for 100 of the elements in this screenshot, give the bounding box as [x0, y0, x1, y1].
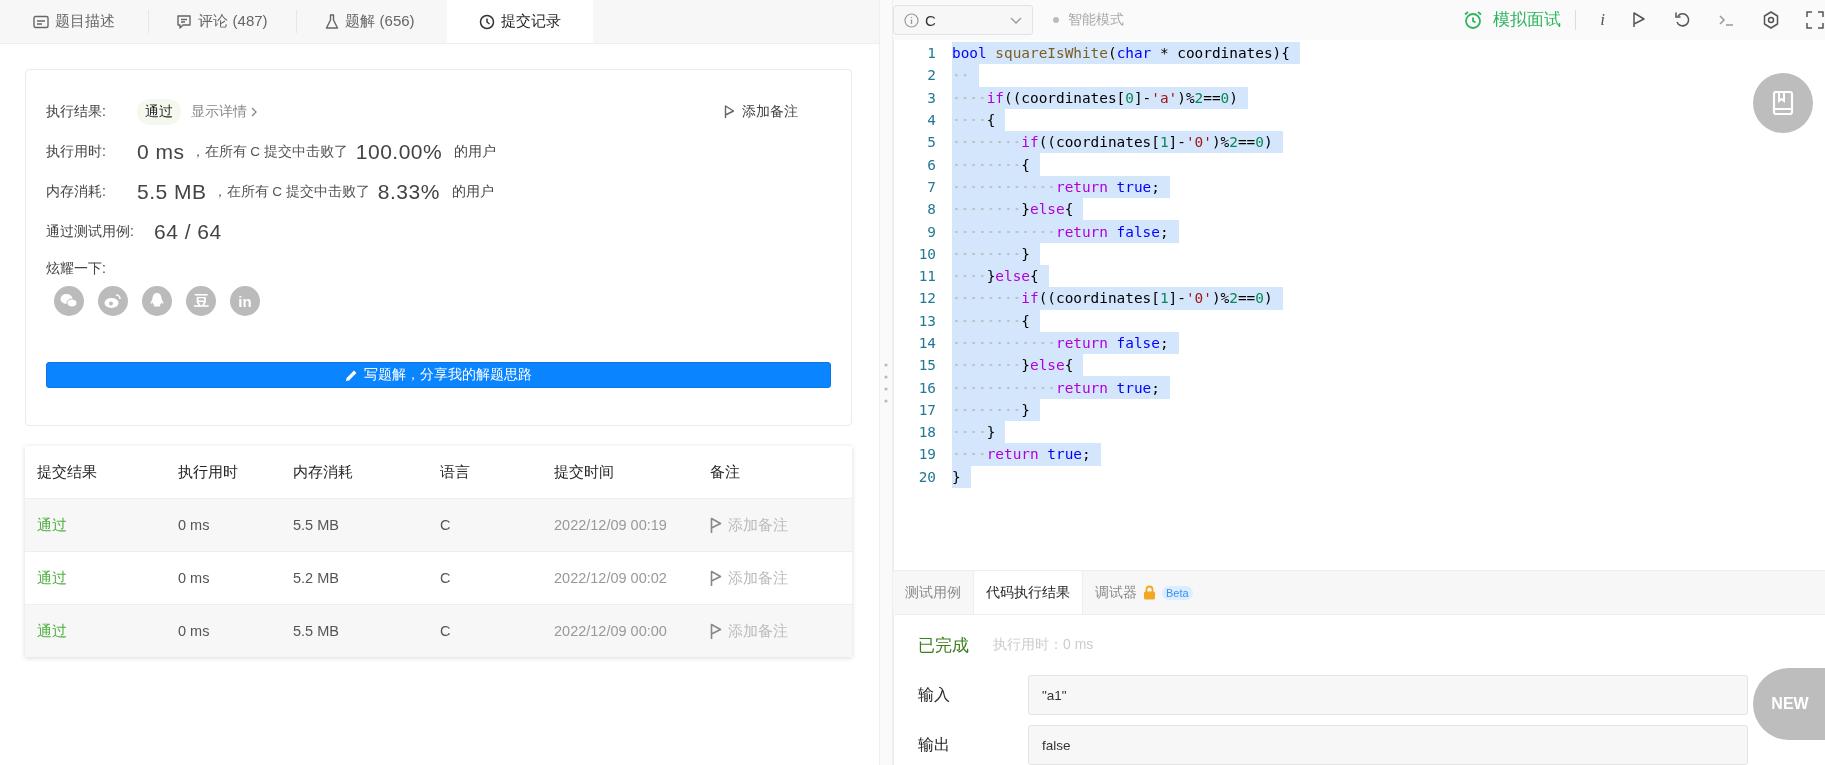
table-cell: 2022/12/09 00:00 — [554, 623, 667, 639]
weibo-icon[interactable] — [98, 286, 128, 316]
line-number: 8 — [926, 201, 936, 218]
tab[interactable]: 代码执行结果 — [973, 571, 1083, 614]
field-label: 执行结果: — [46, 103, 107, 121]
info-icon — [904, 12, 919, 28]
flask-icon — [325, 13, 340, 30]
column-header: 提交结果 — [36, 461, 98, 482]
line-number: 18 — [917, 424, 936, 441]
add-note-button[interactable]: 添加备注 — [718, 102, 804, 122]
table-cell: 0 ms — [178, 570, 210, 586]
share-label: 炫耀一下: — [46, 260, 106, 276]
penguin-icon[interactable] — [142, 286, 172, 316]
line-number: 2 — [926, 67, 936, 84]
line-number: 5 — [926, 134, 936, 151]
line-number: 9 — [926, 223, 936, 240]
stat-text: ，在所有 C 提交中击败了 — [190, 143, 348, 161]
fullscreen-button[interactable] — [1805, 10, 1825, 30]
line-number: 7 — [926, 178, 936, 195]
stat-value: 5.5 MB — [137, 180, 207, 204]
line-number: 10 — [917, 245, 936, 262]
chevron-down-icon — [1010, 16, 1022, 24]
tab[interactable]: 题解 (656) — [296, 0, 444, 43]
status-dot — [1053, 17, 1059, 23]
output-field: "a1" — [1028, 675, 1748, 715]
field-label: 输入 — [918, 684, 951, 705]
line-number: 20 — [917, 468, 936, 485]
mock-interview-button[interactable]: 模拟面试 — [1463, 10, 1577, 30]
write-solution-button[interactable]: 写题解，分享我的解题思路 — [46, 362, 831, 388]
field-label: 执行用时: — [46, 143, 107, 161]
line-number: 16 — [917, 379, 936, 396]
table-cell: C — [440, 570, 451, 586]
table-cell: 5.5 MB — [293, 517, 339, 533]
pencil-icon — [345, 368, 358, 382]
table-cell: C — [440, 623, 451, 639]
info-button[interactable]: i — [1600, 10, 1605, 30]
line-number: 1 — [926, 45, 936, 62]
status-link[interactable]: 通过 — [37, 515, 67, 535]
column-header: 提交时间 — [554, 461, 615, 482]
column-header: 语言 — [440, 461, 471, 482]
chevron-icon — [251, 107, 257, 117]
table-cell: 0 ms — [178, 517, 210, 533]
table-cell: 5.2 MB — [293, 570, 339, 586]
output-field: false — [1028, 725, 1748, 765]
linkedin-icon[interactable]: in — [230, 286, 260, 316]
column-header: 备注 — [710, 461, 741, 482]
flag-icon — [724, 105, 735, 119]
line-number: 3 — [926, 89, 936, 106]
column-header: 内存消耗 — [293, 461, 354, 482]
line-number: 12 — [917, 290, 936, 307]
line-number: 4 — [926, 112, 936, 129]
flag-icon — [710, 569, 722, 587]
percent-value: 8.33% — [377, 180, 440, 204]
douban-icon[interactable]: 豆 — [186, 286, 216, 316]
status-link[interactable]: 通过 — [37, 568, 67, 588]
tab[interactable]: 调试器 Beta — [1083, 571, 1205, 614]
table-cell: C — [440, 517, 451, 533]
settings-button[interactable] — [1761, 10, 1781, 30]
add-note-button[interactable]: 添加备注 — [710, 568, 788, 588]
tab[interactable]: 测试用例 — [893, 571, 973, 614]
mode-label: 智能模式 — [1068, 11, 1124, 29]
percent-value: 100.00% — [355, 140, 443, 164]
beta-badge: Beta — [1162, 585, 1193, 600]
flag-icon — [710, 516, 722, 534]
line-number: 19 — [917, 446, 936, 463]
comment-icon — [176, 13, 193, 30]
column-header: 执行用时 — [178, 461, 239, 482]
line-number: 15 — [917, 357, 936, 374]
test-count: 64 / 64 — [154, 220, 222, 244]
tab[interactable]: 题目描述 — [0, 0, 148, 43]
field-label: 通过测试用例: — [46, 223, 135, 241]
tab[interactable]: 提交记录 — [447, 0, 593, 43]
field-label: 内存消耗: — [46, 183, 107, 201]
fullscreen-icon — [1805, 10, 1825, 30]
stat-text: ，在所有 C 提交中击败了 — [212, 183, 370, 201]
status-link[interactable]: 通过 — [37, 621, 67, 641]
description-icon — [33, 14, 49, 29]
table-cell: 5.5 MB — [293, 623, 339, 639]
stat-text: 的用户 — [454, 143, 497, 161]
table-cell: 2022/12/09 00:19 — [554, 517, 667, 533]
alarm-clock-icon — [1463, 10, 1484, 30]
wechat-icon[interactable] — [54, 286, 84, 316]
field-label: 输出 — [918, 734, 951, 755]
status-text: 已完成 — [918, 634, 969, 657]
new-button[interactable]: NEW — [1753, 668, 1825, 740]
line-number: 14 — [917, 335, 936, 351]
flag-icon — [710, 622, 722, 640]
line-number: 11 — [917, 268, 936, 285]
status-badge: 通过 — [137, 99, 181, 125]
settings-icon — [1761, 10, 1781, 30]
line-number: 17 — [917, 401, 936, 418]
line-number: 6 — [926, 156, 936, 173]
table-cell: 2022/12/09 00:02 — [554, 570, 667, 586]
book-icon — [1772, 91, 1794, 115]
stat-text: 的用户 — [451, 183, 494, 201]
language-dropdown[interactable]: C — [893, 5, 1033, 35]
tab[interactable]: 评论 (487) — [148, 0, 296, 43]
details-link[interactable]: 显示详情 — [191, 103, 257, 121]
stat-value: 0 ms — [137, 140, 185, 164]
line-number: 13 — [917, 312, 936, 329]
